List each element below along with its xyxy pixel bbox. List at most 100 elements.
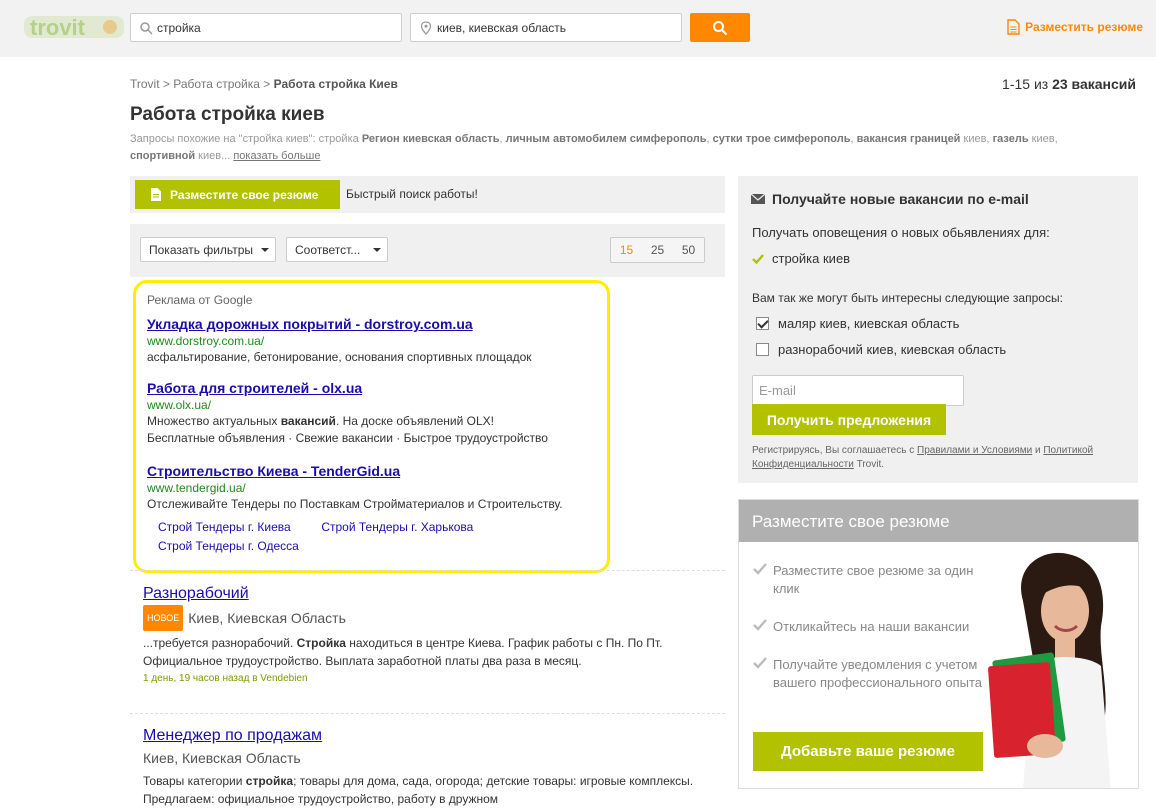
checkbox[interactable] — [756, 317, 769, 330]
job-listing: Разнорабочий НОВОЕ Киев, Киевская Област… — [143, 583, 713, 688]
related-prefix: Запросы похожие на "стройка киев": строй… — [130, 133, 359, 145]
ad-title-text: Строительство — [147, 463, 258, 479]
page-title: Работа стройка киев — [130, 104, 325, 125]
ad-item: Строительство Киева - TenderGid.ua www.t… — [147, 462, 607, 513]
terms-suffix: Trovit. — [853, 459, 884, 470]
post-cv-button-label: Разместите свое резюме — [170, 187, 319, 202]
ad-title[interactable]: Укладка дорожных покрытий - dorstroy.com… — [147, 315, 607, 333]
related-query[interactable]: вакансия границей — [857, 133, 961, 145]
job-title[interactable]: Разнорабочий — [143, 583, 249, 605]
add-cv-button[interactable]: Добавьте ваше резюме — [753, 732, 983, 771]
chevron-down-icon — [373, 248, 381, 252]
related-query[interactable]: Регион киевская область — [362, 133, 500, 145]
page-size-25[interactable]: 25 — [642, 238, 673, 262]
get-offers-button[interactable]: Получить предложения — [752, 404, 946, 435]
ad-url[interactable]: www.olx.ua/ — [147, 397, 607, 413]
search-what-input[interactable] — [157, 18, 393, 38]
ad-sitelink[interactable]: Строй Тендеры г. Харькова — [321, 518, 473, 537]
also-interested-text: Вам так же могут быть интересны следующи… — [752, 291, 1063, 305]
terms-link[interactable]: Правилами и Условиями — [917, 445, 1032, 456]
new-badge: НОВОЕ — [143, 605, 184, 631]
ad-sitelink[interactable]: Строй Тендеры г. Киева — [158, 518, 318, 537]
job-desc-bold: стройка — [245, 774, 294, 788]
envelope-icon — [751, 194, 765, 204]
breadcrumb-separator: > — [162, 77, 170, 91]
breadcrumb-trovit[interactable]: Trovit — [130, 77, 160, 91]
search-what-field[interactable] — [130, 13, 402, 42]
page-size-50[interactable]: 50 — [673, 238, 704, 262]
ad-description: Множество актуальных вакансий. На доске … — [147, 413, 607, 430]
breadcrumb-category[interactable]: Работа стройка — [173, 77, 260, 91]
search-where-field[interactable] — [410, 13, 682, 42]
ad-item: Работа для строителей - olx.ua www.olx.u… — [147, 379, 607, 447]
job-title[interactable]: Менеджер по продажам — [143, 725, 322, 747]
post-cv-label: Разместить резюме — [1025, 20, 1143, 34]
ad-description: Отслеживайте Тендеры по Поставкам Стройм… — [147, 497, 563, 511]
search-where-input[interactable] — [437, 18, 673, 38]
svg-text:trovit: trovit — [30, 15, 86, 40]
ad-title[interactable]: Строительство Киева - TenderGid.ua — [147, 462, 607, 480]
cv-promo-point-text: Разместите свое резюме за один клик — [773, 563, 974, 596]
ad-sitelink[interactable]: Строй Тендеры г. Одесса — [158, 537, 299, 556]
ad-title-bold: Киева — [257, 463, 299, 479]
cv-promo-point: Разместите свое резюме за один клик — [753, 562, 993, 598]
current-query-label: стройка киев — [772, 251, 851, 266]
job-location-row: Киев, Киевская Область — [143, 747, 713, 769]
ads-header: Реклама от Google — [147, 293, 253, 307]
post-cv-link[interactable]: Разместить резюме — [1007, 19, 1143, 35]
related-query[interactable]: спортивной — [130, 150, 195, 162]
breadcrumb-separator: > — [263, 77, 271, 91]
ad-url[interactable]: www.dorstroy.com.ua/ — [147, 333, 607, 349]
related-query[interactable]: личным автомобилем симферополь — [506, 133, 707, 145]
search-icon — [713, 20, 728, 35]
show-filters-label: Показать фильтры — [149, 243, 254, 257]
filter-bar: Показать фильтры Соответст... 15 25 50 — [130, 224, 725, 277]
checkbox[interactable] — [756, 343, 769, 356]
checkmark-icon — [753, 657, 767, 669]
show-more-link[interactable]: показать больше — [233, 150, 320, 162]
related-query[interactable]: сутки трое симферополь — [713, 133, 851, 145]
sort-label: Соответст... — [295, 243, 361, 257]
breadcrumb-current: Работа стройка Киев — [273, 77, 398, 91]
results-count: 1-15 из 23 вакансий — [1002, 76, 1136, 92]
checkmark-icon — [752, 253, 764, 264]
ad-url[interactable]: www.tendergid.ua/ — [147, 480, 607, 496]
related-suffix: киев, — [1031, 133, 1058, 145]
document-icon — [151, 188, 161, 201]
job-description: ...требуется разнорабочий. Стройка наход… — [143, 634, 713, 670]
location-pin-icon — [420, 21, 432, 35]
terms-prefix: Регистрируясь, Вы соглашаетесь с — [752, 445, 918, 456]
ad-title[interactable]: Работа для строителей - olx.ua — [147, 379, 607, 397]
related-suffix: киев, — [963, 133, 990, 145]
search-icon — [140, 22, 153, 35]
job-meta: 1 день, 19 часов назад в Vendebien — [143, 673, 308, 684]
terms-mid: и — [1032, 445, 1044, 456]
page-size-15[interactable]: 15 — [611, 238, 642, 262]
related-suffix: киев... — [198, 150, 231, 162]
suggested-query-option[interactable]: разнорабочий киев, киевская область — [756, 342, 1006, 357]
results-range: 1-15 из — [1002, 76, 1049, 92]
show-filters-dropdown[interactable]: Показать фильтры — [140, 237, 276, 262]
results-total: 23 вакансий — [1052, 76, 1136, 92]
post-cv-button[interactable]: Разместите свое резюме — [135, 180, 340, 209]
email-input[interactable] — [752, 375, 964, 406]
divider — [130, 570, 725, 571]
cv-promo-point: Откликайтесь на наши вакансии — [753, 618, 993, 636]
trovit-logo[interactable]: trovit — [24, 10, 124, 44]
option-label: маляр киев, киевская область — [778, 316, 960, 331]
search-button[interactable] — [690, 13, 750, 42]
sort-dropdown[interactable]: Соответст... — [286, 237, 388, 262]
ad-sitelinks: Строй Тендеры г. Киева Строй Тендеры г. … — [158, 518, 578, 556]
job-location-row: НОВОЕ Киев, Киевская Область — [143, 605, 713, 631]
suggested-query-option[interactable]: маляр киев, киевская область — [756, 316, 959, 331]
related-query[interactable]: газель — [993, 133, 1029, 145]
related-searches: Запросы похожие на "стройка киев": строй… — [130, 133, 1058, 162]
alert-title: Получайте новые вакансии по e-mail — [772, 191, 1029, 207]
job-desc-text: ...требуется разнорабочий. — [143, 636, 297, 650]
job-description: Товары категории стройка; товары для дом… — [143, 772, 713, 808]
cv-promo-box: Разместите свое резюме Разместите свое р… — [738, 499, 1139, 789]
ad-item: Укладка дорожных покрытий - dorstroy.com… — [147, 315, 607, 366]
google-ads-block: Реклама от Google Укладка дорожных покры… — [133, 280, 610, 573]
checkmark-icon — [753, 563, 767, 575]
job-location: Киев, Киевская Область — [143, 750, 301, 766]
